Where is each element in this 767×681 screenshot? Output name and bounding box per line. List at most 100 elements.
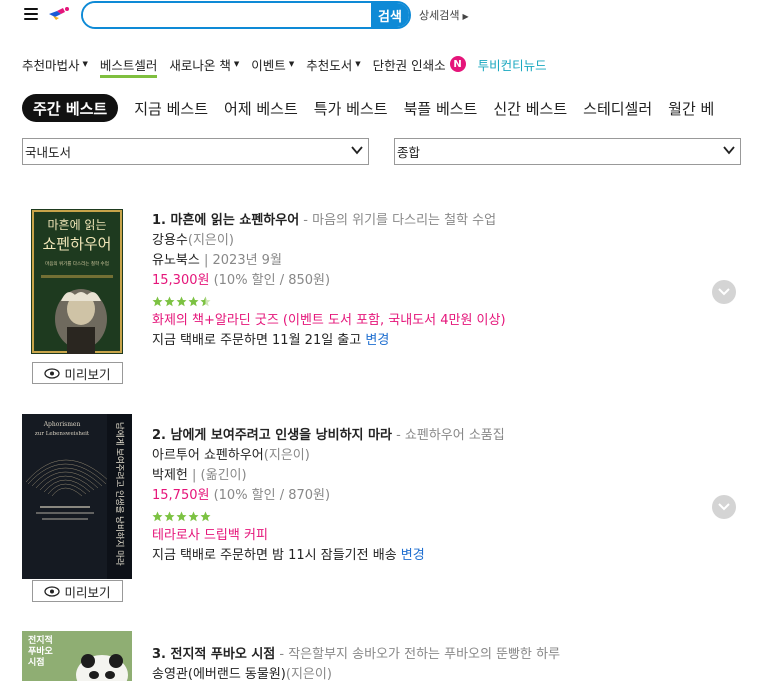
star-icon: [200, 296, 211, 306]
cover-spine-text: 남에게 보여주려고 인생을 낭비하지 마라: [114, 422, 125, 566]
cover-tagline: 마음의 위기를 다스리는 철학 수업: [45, 260, 109, 267]
tab-new-best[interactable]: 신간 베스트: [493, 94, 567, 122]
tab-weekly-best[interactable]: 주간 베스트: [22, 94, 119, 122]
hamburger-menu-icon[interactable]: [24, 8, 38, 20]
expand-button[interactable]: [712, 280, 736, 304]
caret-right-icon: ▶: [462, 12, 469, 21]
nav-item-to-be-continued[interactable]: 투비컨티뉴드: [478, 53, 547, 75]
search-box: 검색: [81, 1, 411, 29]
rating-stars: [152, 506, 505, 526]
expand-button[interactable]: [712, 495, 736, 519]
nav-item-new-books[interactable]: 새로나온 책 ▼: [169, 53, 239, 75]
nav-item-events[interactable]: 이벤트 ▼: [251, 53, 294, 75]
tab-now-best[interactable]: 지금 베스트: [134, 94, 208, 122]
preview-button[interactable]: 미리보기: [32, 580, 123, 602]
book-title[interactable]: 3. 전지적 푸바오 시점: [152, 647, 275, 662]
filter-bar: 국내도서 종합: [22, 138, 741, 165]
nav-item-recommend-wizard[interactable]: 추천마법사 ▼: [22, 53, 88, 75]
preview-label: 미리보기: [64, 366, 111, 382]
translator-role: (옮긴이): [200, 468, 247, 483]
nav-item-label: 추천도서: [306, 57, 353, 73]
rating-stars: [152, 291, 506, 311]
star-icon: [188, 511, 199, 521]
event-link[interactable]: 화제의 책+알라딘 굿즈 (이벤트 도서 포함, 국내도서 4만원 이상): [152, 311, 506, 331]
aladin-logo[interactable]: [47, 5, 71, 21]
separator: |: [199, 253, 213, 268]
eye-icon: [44, 585, 61, 597]
search-button[interactable]: 검색: [371, 3, 409, 27]
tab-monthly-best[interactable]: 월간 베: [668, 94, 714, 122]
search-input[interactable]: [83, 3, 371, 27]
nav-item-label: 단한권 인쇄소: [372, 57, 446, 73]
nav-item-label: 새로나온 책: [169, 57, 231, 73]
chevron-down-icon: [723, 146, 735, 155]
book-subtitle: - 작은할부지 송바오가 전하는 푸바오의 뚠빵한 하루: [275, 647, 561, 662]
nav-item-label: 베스트셀러: [99, 57, 158, 73]
sort-select-value: 종합: [397, 145, 421, 160]
cover-title-line1: 마흔에 읽는: [47, 218, 106, 232]
book-author[interactable]: 강용수: [152, 233, 188, 248]
nav-item-bestseller[interactable]: 베스트셀러: [99, 53, 158, 78]
book-author[interactable]: 아르투어 쇼펜하우어: [152, 448, 264, 463]
cover-title-line1: Aphorismen: [43, 421, 81, 428]
star-icon: [164, 511, 175, 521]
category-select-value: 국내도서: [25, 145, 72, 160]
book-item-2: Aphorismen zur Lebensweisheit 남에게 보여주려고 …: [22, 414, 741, 604]
book-cover-3[interactable]: 전지적 푸바오 시점: [22, 631, 132, 681]
top-bar: 검색 상세검색 ▶: [0, 0, 767, 36]
tab-special-price-best[interactable]: 특가 베스트: [314, 94, 388, 122]
nav-item-recommended-books[interactable]: 추천도서 ▼: [306, 53, 360, 75]
cover-title-line2: 푸바오: [28, 645, 54, 657]
delivery-info: 지금 택배로 주문하면 밤 11시 잠들기전 배송: [152, 548, 397, 563]
event-link[interactable]: 테라로사 드립백 커피: [152, 526, 505, 546]
book-title[interactable]: 2. 남에게 보여주려고 인생을 낭비하지 마라: [152, 428, 392, 443]
sort-select[interactable]: 종합: [394, 138, 741, 165]
star-icon: [152, 511, 163, 521]
book-title[interactable]: 1. 마흔에 읽는 쇼펜하우어: [152, 213, 299, 228]
book-price: 15,750원: [152, 488, 210, 503]
advanced-search-label: 상세검색: [419, 9, 460, 22]
book-discount: (10% 할인 / 870원): [209, 488, 331, 503]
change-delivery-link[interactable]: 변경: [401, 548, 425, 563]
nav-item-label: 추천마법사: [22, 57, 80, 73]
book-info-2: 2. 남에게 보여주려고 인생을 낭비하지 마라 - 쇼펜하우어 소품집 아르투…: [152, 426, 505, 566]
book-cover-2[interactable]: Aphorismen zur Lebensweisheit 남에게 보여주려고 …: [22, 414, 132, 579]
change-delivery-link[interactable]: 변경: [365, 333, 389, 348]
star-icon: [176, 511, 187, 521]
book-discount: (10% 할인 / 850원): [209, 273, 331, 288]
cover-title-line2: 쇼펜하우어: [42, 235, 111, 253]
book-translator[interactable]: 박제헌: [152, 468, 188, 483]
author-role: (지은이): [187, 233, 234, 248]
book-item-1: 마흔에 읽는 쇼펜하우어 마음의 위기를 다스리는 철학 수업 미리보기 1. …: [22, 209, 741, 389]
bestseller-tabs: 주간 베스트 지금 베스트 어제 베스트 특가 베스트 북플 베스트 신간 베스…: [22, 94, 714, 122]
book-author[interactable]: 송영관(에버랜드 동물원): [152, 667, 286, 681]
book-info-1: 1. 마흔에 읽는 쇼펜하우어 - 마음의 위기를 다스리는 철학 수업 강용수…: [152, 211, 506, 351]
book-price: 15,300원: [152, 273, 210, 288]
book-cover-1[interactable]: 마흔에 읽는 쇼펜하우어 마음의 위기를 다스리는 철학 수업: [31, 209, 123, 354]
star-icon: [164, 296, 175, 306]
nav-item-label: 이벤트: [251, 57, 286, 73]
advanced-search-link[interactable]: 상세검색 ▶: [419, 7, 469, 23]
category-select[interactable]: 국내도서: [22, 138, 369, 165]
tab-steady-seller[interactable]: 스테디셀러: [583, 94, 652, 122]
tab-yesterday-best[interactable]: 어제 베스트: [224, 94, 298, 122]
author-role: (지은이): [285, 667, 332, 681]
preview-button[interactable]: 미리보기: [32, 362, 123, 384]
cover-title-line1: 전지적: [28, 634, 53, 646]
separator: |: [187, 468, 201, 483]
caret-down-icon: ▼: [233, 60, 240, 68]
new-badge: N: [449, 56, 466, 72]
category-nav: 추천마법사 ▼ 베스트셀러 새로나온 책 ▼ 이벤트 ▼ 추천도서 ▼ 단한권 인쇄소 N…: [22, 53, 547, 78]
delivery-info: 지금 택배로 주문하면 11월 21일 출고: [152, 333, 362, 348]
book-pubdate: 2023년 9월: [212, 253, 282, 268]
book-publisher[interactable]: 유노북스: [152, 253, 200, 268]
star-icon: [188, 296, 199, 306]
book-info-3: 3. 전지적 푸바오 시점 - 작은할부지 송바오가 전하는 푸바오의 뚠빵한 …: [152, 645, 560, 681]
nav-item-single-print[interactable]: 단한권 인쇄소 N: [373, 53, 466, 75]
chevron-down-icon: [351, 146, 363, 155]
tab-bookple-best[interactable]: 북플 베스트: [404, 94, 478, 122]
cover-title-line2: zur Lebensweisheit: [35, 431, 90, 437]
book-subtitle: - 마음의 위기를 다스리는 철학 수업: [299, 213, 497, 228]
preview-label: 미리보기: [64, 584, 111, 600]
cover-title-line3: 시점: [28, 656, 45, 668]
